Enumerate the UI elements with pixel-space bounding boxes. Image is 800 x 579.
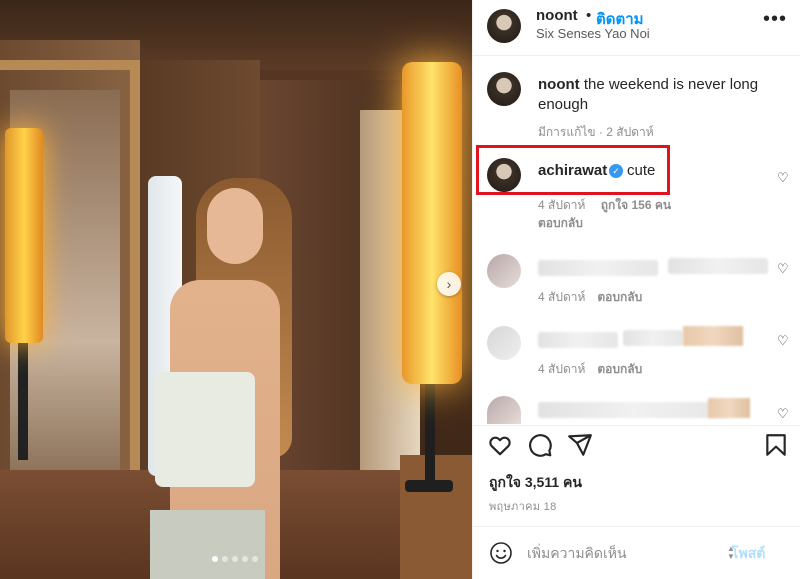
post-caption: noont the weekend is never long enough xyxy=(538,75,788,115)
photo-lamp-stand xyxy=(18,340,28,460)
emoji-icon[interactable] xyxy=(489,541,513,565)
comment-username xyxy=(538,260,658,276)
comment-avatar[interactable] xyxy=(487,396,521,424)
verified-badge-icon: ✓ xyxy=(609,164,623,178)
avatar[interactable] xyxy=(487,9,521,43)
chevron-right-icon: › xyxy=(446,276,452,292)
comment-input[interactable] xyxy=(527,541,727,565)
photo-lamp-left xyxy=(5,128,43,343)
comment-time: 4 สัปดาห์ xyxy=(538,362,586,376)
carousel-dots xyxy=(212,556,258,562)
comment-text xyxy=(538,402,728,418)
comment-emoji xyxy=(708,398,750,418)
comment-meta: 4 สัปดาห์ ตอบกลับ xyxy=(538,360,642,379)
comment-meta: 4 สัปดาห์ ถูกใจ 156 คน xyxy=(538,196,671,215)
post-side-panel: noont • ติดตาม Six Senses Yao Noi ••• no… xyxy=(472,0,800,579)
location-link[interactable]: Six Senses Yao Noi xyxy=(536,26,650,41)
reply-button[interactable]: ตอบกลับ xyxy=(597,290,642,304)
comment-like-icon[interactable]: ♡ xyxy=(777,334,791,348)
reply-button[interactable]: ตอบกลับ xyxy=(538,214,583,233)
carousel-dot xyxy=(252,556,258,562)
comment-avatar[interactable] xyxy=(487,254,521,288)
caption-meta: มีการแก้ไข · 2 สัปดาห์ xyxy=(538,125,654,139)
more-options-icon[interactable]: ••• xyxy=(763,8,787,31)
comment-time: 4 สัปดาห์ xyxy=(538,198,586,212)
post-button[interactable]: โพสต์ xyxy=(731,543,765,565)
comment-avatar[interactable] xyxy=(487,326,521,360)
comment-username xyxy=(538,332,618,348)
caption-username[interactable]: noont xyxy=(538,76,580,93)
comment-emoji xyxy=(683,326,743,346)
comment-text: cute xyxy=(627,162,656,179)
comment-like-icon[interactable]: ♡ xyxy=(777,262,791,276)
comment-composer: ▲▼ โพสต์ xyxy=(473,526,800,579)
post-date[interactable]: พฤษภาคม 18 xyxy=(489,497,557,515)
reply-button[interactable]: ตอบกลับ xyxy=(597,362,642,376)
comment-username[interactable]: achirawat xyxy=(538,162,607,179)
photo-lamp-pole xyxy=(425,384,435,484)
photo-table xyxy=(400,455,472,579)
comment-time: 4 สัปดาห์ xyxy=(538,290,586,304)
photo-person-top xyxy=(155,372,255,487)
action-bar xyxy=(473,425,800,465)
photo-lamp-base xyxy=(405,480,453,492)
caption-avatar[interactable] xyxy=(487,72,521,106)
bookmark-icon[interactable] xyxy=(763,432,789,458)
photo-person-face xyxy=(207,188,263,264)
comment-avatar[interactable] xyxy=(487,158,521,192)
like-count[interactable]: ถูกใจ 3,511 คน xyxy=(489,472,582,494)
carousel-dot xyxy=(242,556,248,562)
carousel-dot xyxy=(222,556,228,562)
photo-person-pants xyxy=(150,510,265,579)
photo-lamp-right xyxy=(402,62,462,384)
carousel-dot xyxy=(232,556,238,562)
comment-like-icon[interactable]: ♡ xyxy=(777,407,791,421)
comment-likes[interactable]: ถูกใจ 156 คน xyxy=(601,198,671,212)
share-icon[interactable] xyxy=(567,432,593,458)
carousel-dot xyxy=(212,556,218,562)
carousel-next-button[interactable]: › xyxy=(437,272,461,296)
separator-dot: • xyxy=(586,7,592,24)
comment-meta: 4 สัปดาห์ ตอบกลับ xyxy=(538,288,642,307)
post-header: noont • ติดตาม Six Senses Yao Noi ••• xyxy=(473,0,800,56)
heart-icon[interactable] xyxy=(487,432,513,458)
comment-like-icon[interactable]: ♡ xyxy=(777,171,791,185)
author-username[interactable]: noont xyxy=(536,7,578,24)
comment-text xyxy=(668,258,768,274)
comment-text xyxy=(623,330,683,346)
comment-icon[interactable] xyxy=(527,432,553,458)
post-photo[interactable]: › xyxy=(0,0,472,579)
